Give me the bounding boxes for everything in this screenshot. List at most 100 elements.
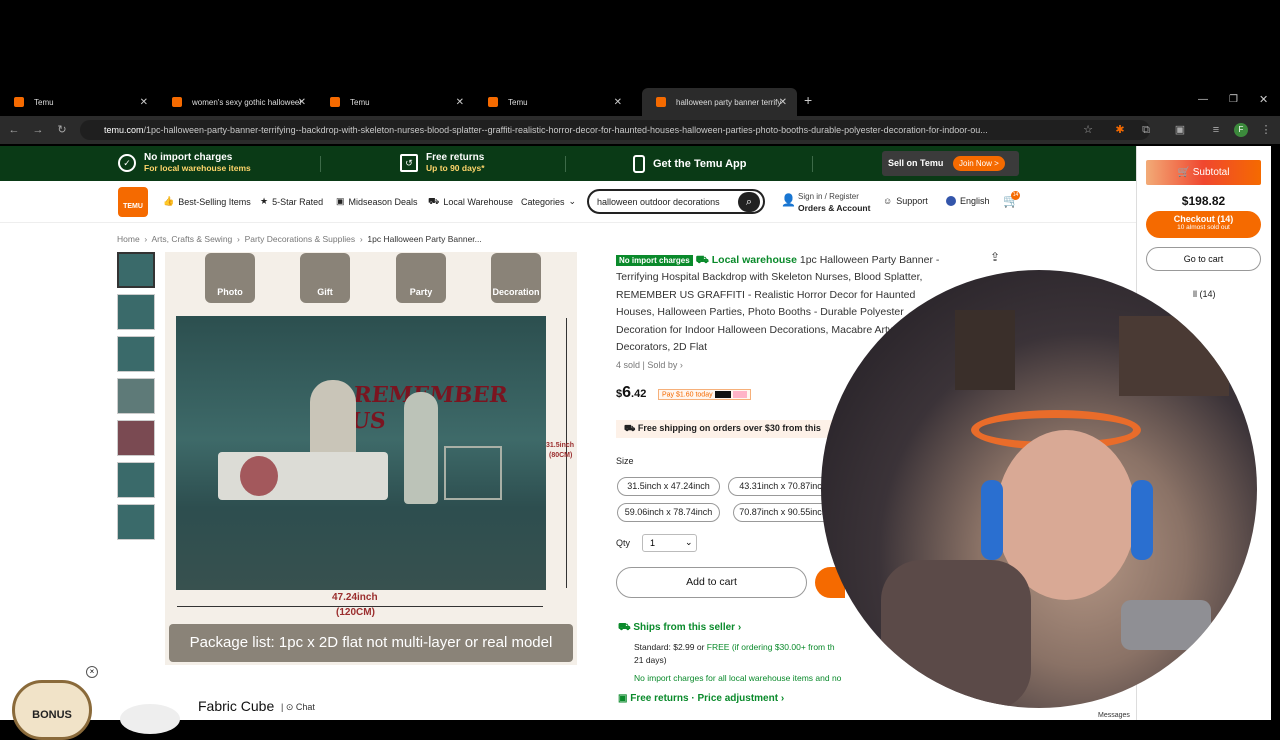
close-tab-icon[interactable]: ✕ [298,97,306,108]
sign-in-link[interactable]: Sign in / Register [798,192,859,201]
headset [1131,480,1153,560]
promo-returns-sub: Up to 90 days* [426,163,485,173]
qty-select[interactable]: 1 ⌄ [642,534,697,552]
seller-name[interactable]: Fabric Cube [198,698,274,714]
close-tab-icon[interactable]: ✕ [614,97,622,108]
nav-categories[interactable]: Categories ⌄ [521,196,576,207]
breadcrumb-item[interactable]: Party Decorations & Supplies [245,234,356,244]
back-icon[interactable]: ← [4,120,24,140]
ships-from-link[interactable]: ⛟ Ships from this seller › [618,622,741,635]
sidebar-icon[interactable]: ▣ [1170,120,1190,140]
bonus-badge[interactable]: BONUS [12,680,92,740]
nav-local-warehouse[interactable]: ⛟ Local Warehouse [428,196,513,208]
thumbs-up-icon: 👍 [163,196,175,206]
nav-label: Categories [521,196,565,207]
subtotal-label: Subtotal [1192,167,1230,178]
tag-icon: ▣ [336,196,345,206]
extension-icon[interactable]: ✱ [1110,120,1130,140]
search-icon[interactable]: ⌕ [738,192,760,212]
star-icon[interactable]: ☆ [1078,120,1098,140]
url-input[interactable]: temu.com/1pc-halloween-party-banner-terr… [80,120,1150,140]
nav-label: Best-Selling Items [178,196,251,207]
sell-on-temu[interactable]: Sell on Temu Join Now > [882,151,1019,176]
browser-tab[interactable]: Temu ✕ [316,88,474,116]
breadcrumb-current: 1pc Halloween Party Banner... [367,234,482,244]
product-thumbnail[interactable] [117,420,155,456]
size-option[interactable]: 59.06inch x 78.74inch [617,503,720,522]
support-link[interactable]: ☺ Support [883,196,928,206]
nav-label: Midseason Deals [348,196,418,207]
delivery-days: 21 days) [634,655,667,665]
nav-midseason[interactable]: ▣ Midseason Deals [336,196,418,207]
reload-icon[interactable]: ↻ [52,120,72,140]
phone-icon [633,155,645,173]
language-label: English [960,196,990,206]
join-now-button[interactable]: Join Now > [953,156,1005,171]
profile-avatar[interactable]: F [1234,123,1248,137]
browser-tab[interactable]: women's sexy gothic halloween ✕ [158,88,316,116]
product-thumbnail[interactable] [117,294,155,330]
price: $6.42 [616,384,646,402]
chevron-down-icon: ⌄ [568,196,577,206]
messages-label[interactable]: Messages [1098,712,1130,719]
browser-tab[interactable]: Temu ✕ [0,88,158,116]
product-thumbnail[interactable] [117,504,155,540]
close-tab-icon[interactable]: ✕ [779,97,787,108]
nav-best-selling[interactable]: 👍 Best-Selling Items [163,196,251,207]
go-to-cart-button[interactable]: Go to cart [1146,247,1261,271]
microphone [1121,600,1211,650]
forward-icon[interactable]: → [28,120,48,140]
search-value: halloween outdoor decorations [597,197,720,207]
free-shipping-text: Free shipping on orders over $30 from th… [637,423,821,433]
select-all-label[interactable]: ll (14) [1193,289,1216,299]
nav-five-star[interactable]: ★ 5-Star Rated [260,196,323,207]
promo-returns: ↺ Free returns Up to 90 days* [400,152,485,173]
language-selector[interactable]: English [946,196,990,206]
breadcrumb-home[interactable]: Home [117,234,140,244]
browser-tab[interactable]: Temu ✕ [474,88,632,116]
browser-tab-active[interactable]: halloween party banner terrifyi ✕ [642,88,797,116]
breadcrumb-item[interactable]: Arts, Crafts & Sewing [152,234,233,244]
bunting-icon: Decoration [491,253,541,303]
close-window-icon[interactable]: ✕ [1259,93,1268,106]
medical-cart [444,446,502,500]
free-shipping-banner: ⛟ Free shipping on orders over $30 from … [616,420,846,438]
size-option[interactable]: 31.5inch x 47.24inch [617,477,720,496]
add-to-cart-button[interactable]: Add to cart [616,567,807,598]
pay-later-text: Pay $1.60 today [662,391,713,399]
close-tab-icon[interactable]: ✕ [456,97,464,108]
menu-icon[interactable]: ⋮ [1256,120,1276,140]
close-tab-icon[interactable]: ✕ [140,97,148,108]
promo-app[interactable]: Get the Temu App [633,155,747,173]
product-thumbnail[interactable] [117,462,155,498]
puzzle-icon[interactable]: ⧉ [1136,120,1156,140]
seller-avatar[interactable] [120,704,180,734]
divider [565,156,566,172]
hospital-scene-image: REMEMBER US [176,316,546,590]
download-icon[interactable]: ≡ [1206,120,1226,140]
product-thumbnail[interactable] [117,252,155,288]
klarna-logo [732,391,747,398]
truck-icon: ⛟ [428,196,440,206]
checkout-button[interactable]: Checkout (14) 10 almost sold out [1146,211,1261,238]
nav-label: 5-Star Rated [272,196,324,207]
product-thumbnail[interactable] [117,336,155,372]
pay-later-badge[interactable]: Pay $1.60 today [658,389,751,401]
us-flag-icon [946,196,956,206]
icon-label: Party [409,287,433,297]
product-thumbnail[interactable] [117,378,155,414]
size-option[interactable]: 70.87inch x 90.55inch [733,503,833,522]
temu-logo[interactable]: TEMU [118,187,148,217]
tab-title: women's sexy gothic halloween [192,97,302,107]
import-note-text: No import charges for all local warehous… [634,673,842,683]
sold-by-label[interactable]: Sold by [647,360,677,370]
close-bonus-icon[interactable]: × [86,666,98,678]
chat-button[interactable]: | ⊙ Chat [281,702,315,713]
minimize-icon[interactable]: — [1198,94,1208,105]
orders-account-link[interactable]: Orders & Account [798,203,870,213]
new-tab-icon[interactable]: + [804,92,812,108]
support-icon: ☺ [883,196,893,206]
share-icon[interactable]: ⇪ [990,250,1000,264]
maximize-icon[interactable]: ❐ [1229,94,1238,105]
free-returns-link[interactable]: ▣ Free returns · Price adjustment › [618,693,784,704]
